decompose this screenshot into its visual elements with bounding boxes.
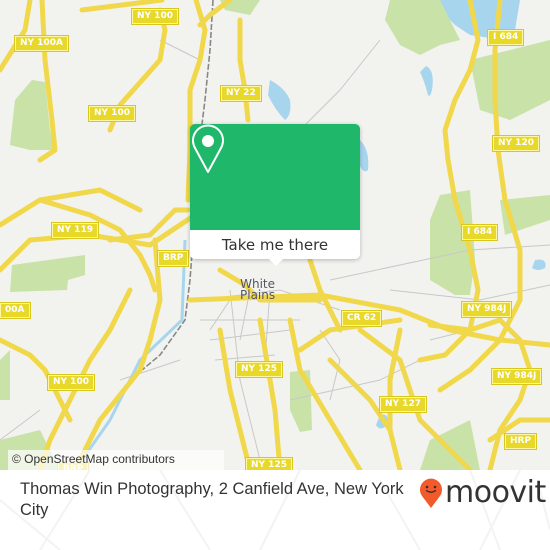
map-pin-icon: [192, 124, 224, 173]
water-pond: [420, 66, 433, 96]
place-address: Thomas Win Photography, 2 Canfield Ave, …: [20, 480, 404, 519]
moovit-logo-icon: [420, 478, 442, 508]
road-shield: NY 127: [379, 396, 427, 413]
popup-pointer: [268, 258, 284, 266]
road-shield: NY 22: [220, 85, 262, 102]
road-shield: I 684: [460, 224, 499, 241]
park-right-top: [470, 40, 550, 120]
park-far-left: [0, 350, 10, 400]
road-shield: NY 125: [245, 457, 293, 470]
park-left: [10, 255, 85, 292]
road-shield: NY 100: [88, 105, 136, 122]
water-lake-mid: [268, 80, 291, 120]
moovit-brand-name: moovit: [445, 475, 546, 510]
popup-header: [190, 124, 360, 230]
road-shield: I 684: [486, 29, 525, 46]
road-shield: NY 120: [492, 135, 540, 152]
city-label: White Plains: [240, 278, 276, 302]
moovit-logo[interactable]: moovit: [419, 473, 546, 513]
road-shield: CR 62: [340, 310, 383, 327]
road-shield: 00A: [0, 302, 31, 319]
road-shield: NY 100A: [14, 35, 69, 52]
road-shield: NY 100: [47, 374, 95, 391]
map-attribution[interactable]: © OpenStreetMap contributors: [8, 450, 224, 470]
road-shield: HRP: [503, 433, 538, 450]
road-shield: NY 100: [131, 8, 179, 25]
road-shield: NY 984J: [490, 368, 543, 385]
road-shield: NY 119: [51, 222, 99, 239]
park-low: [290, 370, 312, 432]
map[interactable]: NY 100 NY 100A NY 100 NY 22 I 684 NY 120…: [0, 0, 550, 470]
take-me-there-button[interactable]: Take me there: [190, 230, 360, 259]
footer: Thomas Win Photography, 2 Canfield Ave, …: [0, 470, 550, 550]
location-popup: Take me there: [190, 124, 360, 266]
road-shield: NY 984J: [460, 301, 513, 318]
road-shield: NY 125: [235, 361, 283, 378]
water-small-right: [532, 259, 546, 270]
road-shield: BRP: [156, 250, 190, 267]
city-label-line2: Plains: [240, 288, 276, 302]
